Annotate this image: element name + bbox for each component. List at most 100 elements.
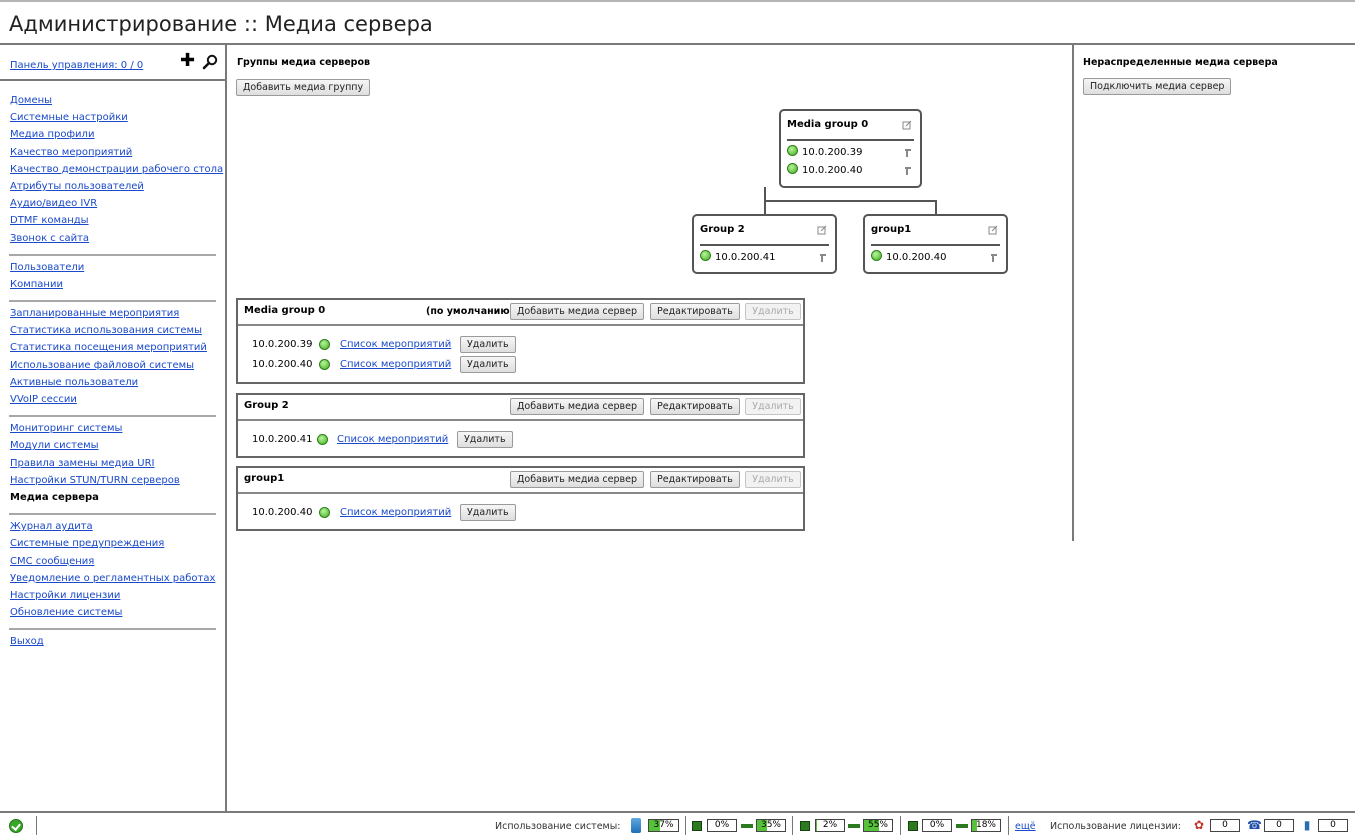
sidebar-item[interactable]: Статистика посещения мероприятий xyxy=(9,339,216,356)
group-panel-media-group-0: Media group 0 (по умолчанию) Добавить ме… xyxy=(236,298,805,384)
sidebar-item[interactable]: Компании xyxy=(9,276,216,293)
divider xyxy=(1008,816,1009,835)
tree-server-row: 10.0.200.40 xyxy=(871,249,1000,267)
detach-icon[interactable] xyxy=(903,166,912,176)
sidebar-item[interactable]: Модули системы xyxy=(9,437,216,454)
sidebar-item[interactable]: Системные предупреждения xyxy=(9,535,216,552)
page-header: Администрирование :: Медиа сервера xyxy=(0,0,1355,45)
sidebar-item[interactable]: Использование файловой системы xyxy=(9,357,216,374)
server-ip: 10.0.200.40 xyxy=(252,359,313,370)
status-ok-icon xyxy=(9,819,23,833)
sidebar-item[interactable]: Качество мероприятий xyxy=(9,144,216,161)
sidebar-item[interactable]: СМС сообщения xyxy=(9,553,216,570)
edit-group-button[interactable]: Редактировать xyxy=(650,471,740,488)
delete-server-button[interactable]: Удалить xyxy=(460,356,516,373)
sidebar-item[interactable]: Уведомление о регламентных работах xyxy=(9,570,216,587)
search-icon[interactable] xyxy=(202,54,218,70)
usage-meter: 2% xyxy=(815,819,845,832)
delete-group-button[interactable]: Удалить xyxy=(745,398,801,415)
add-media-server-button[interactable]: Добавить медиа сервер xyxy=(510,471,645,488)
edit-icon[interactable] xyxy=(988,225,998,235)
delete-server-button[interactable]: Удалить xyxy=(460,336,516,353)
sidebar-item[interactable]: Статистика использования системы xyxy=(9,322,216,339)
delete-group-button[interactable]: Удалить xyxy=(745,471,801,488)
sidebar-item[interactable]: Выход xyxy=(9,633,216,650)
status-bar: Использование системы: 37% 0% 35% 2% 55%… xyxy=(0,811,1355,838)
group-panel-header: Media group 0 (по умолчанию) Добавить ме… xyxy=(238,300,803,326)
sidebar-item[interactable]: Атрибуты пользователей xyxy=(9,178,216,195)
tree-node-group-2[interactable]: Group 2 10.0.200.41 xyxy=(692,214,837,274)
sidebar-item[interactable]: Правила замены медиа URI xyxy=(9,455,216,472)
server-row: 10.0.200.39 Список мероприятий Удалить xyxy=(238,335,803,355)
divider xyxy=(792,816,793,835)
sidebar-nav-group: Запланированные мероприятия Статистика ис… xyxy=(9,302,216,418)
more-link[interactable]: ещё xyxy=(1015,821,1036,832)
edit-group-button[interactable]: Редактировать xyxy=(650,398,740,415)
events-list-link[interactable]: Список мероприятий xyxy=(340,507,451,518)
users-icon: ✿ xyxy=(1193,818,1205,832)
events-list-link[interactable]: Список мероприятий xyxy=(340,339,451,350)
license-usage-label: Использование лицензии: xyxy=(1050,821,1181,832)
sidebar-item[interactable]: Запланированные мероприятия xyxy=(9,305,216,322)
status-online-icon xyxy=(871,250,882,261)
dashboard-link[interactable]: Панель управления: 0 / 0 xyxy=(10,60,143,71)
add-media-server-button[interactable]: Добавить медиа сервер xyxy=(510,398,645,415)
sidebar-item[interactable]: Домены xyxy=(9,92,216,109)
status-online-icon xyxy=(700,250,711,261)
sidebar-item[interactable]: Качество демонстрации рабочего стола xyxy=(9,161,223,178)
sidebar-item[interactable]: Системные настройки xyxy=(9,109,216,126)
system-usage-label: Использование системы: xyxy=(495,821,621,832)
page-title: Администрирование :: Медиа сервера xyxy=(9,12,433,36)
sidebar-nav-group: Журнал аудита Системные предупреждения СМС… xyxy=(9,515,216,631)
sidebar-item[interactable]: Настройки STUN/TURN серверов xyxy=(9,472,216,489)
events-list-link[interactable]: Список мероприятий xyxy=(337,434,448,445)
cpu-icon xyxy=(692,821,702,831)
sidebar-item[interactable]: Активные пользователи xyxy=(9,374,216,391)
edit-group-button[interactable]: Редактировать xyxy=(650,303,740,320)
add-media-group-button[interactable]: Добавить медиа группу xyxy=(236,79,371,96)
group-name: group1 xyxy=(244,473,285,484)
delete-server-button[interactable]: Удалить xyxy=(460,504,516,521)
memory-icon xyxy=(741,824,753,828)
status-online-icon xyxy=(319,359,330,370)
usage-meter: 37% xyxy=(648,819,679,832)
delete-group-button[interactable]: Удалить xyxy=(745,303,801,320)
usage-meter: 35% xyxy=(756,819,786,832)
connect-media-server-button[interactable]: Подключить медиа сервер xyxy=(1083,78,1232,95)
tree-node-group1[interactable]: group1 10.0.200.40 xyxy=(863,214,1008,274)
delete-server-button[interactable]: Удалить xyxy=(457,431,513,448)
edit-icon[interactable] xyxy=(902,120,912,130)
sidebar-item[interactable]: Аудио/видео IVR xyxy=(9,195,216,212)
sidebar-item[interactable]: VVoIP сессии xyxy=(9,391,216,408)
main-content: Группы медиа серверов Добавить медиа гру… xyxy=(227,45,1072,811)
sidebar-item[interactable]: Звонок с сайта xyxy=(9,230,216,247)
sidebar-item[interactable]: Настройки лицензии xyxy=(9,587,216,604)
sidebar-item[interactable]: Мониторинг системы xyxy=(9,420,216,437)
sidebar-item[interactable]: Журнал аудита xyxy=(9,518,216,535)
sidebar-item[interactable]: Медиа сервера xyxy=(9,489,216,506)
sidebar-item[interactable]: Медиа профили xyxy=(9,126,216,143)
add-icon[interactable]: ✚ xyxy=(180,52,195,70)
sidebar-item[interactable]: DTMF команды xyxy=(9,212,216,229)
group-panel-header: group1 Добавить медиа сервер Редактирова… xyxy=(238,468,803,494)
sidebar-item[interactable]: Пользователи xyxy=(9,259,216,276)
events-list-link[interactable]: Список мероприятий xyxy=(340,359,451,370)
license-counter: 0 xyxy=(1210,819,1240,832)
divider xyxy=(900,816,901,835)
detach-icon[interactable] xyxy=(903,148,912,158)
divider xyxy=(685,816,686,835)
group-name: Media group 0 xyxy=(244,305,326,316)
status-online-icon xyxy=(319,339,330,350)
server-row: 10.0.200.40 Список мероприятий Удалить xyxy=(238,503,803,523)
unassigned-section-title: Нераспределенные медиа сервера xyxy=(1083,57,1278,68)
add-media-server-button[interactable]: Добавить медиа сервер xyxy=(510,303,645,320)
memory-icon xyxy=(956,824,968,828)
unassigned-servers-panel: Нераспределенные медиа сервера Подключит… xyxy=(1072,45,1355,541)
detach-icon[interactable] xyxy=(818,253,827,263)
tree-server-row: 10.0.200.40 xyxy=(787,162,914,180)
tree-node-root[interactable]: Media group 0 10.0.200.39 10.0.200.40 xyxy=(779,109,922,188)
detach-icon[interactable] xyxy=(989,253,998,263)
server-row: 10.0.200.40 Список мероприятий Удалить xyxy=(238,355,803,375)
edit-icon[interactable] xyxy=(817,225,827,235)
sidebar-item[interactable]: Обновление системы xyxy=(9,604,216,621)
